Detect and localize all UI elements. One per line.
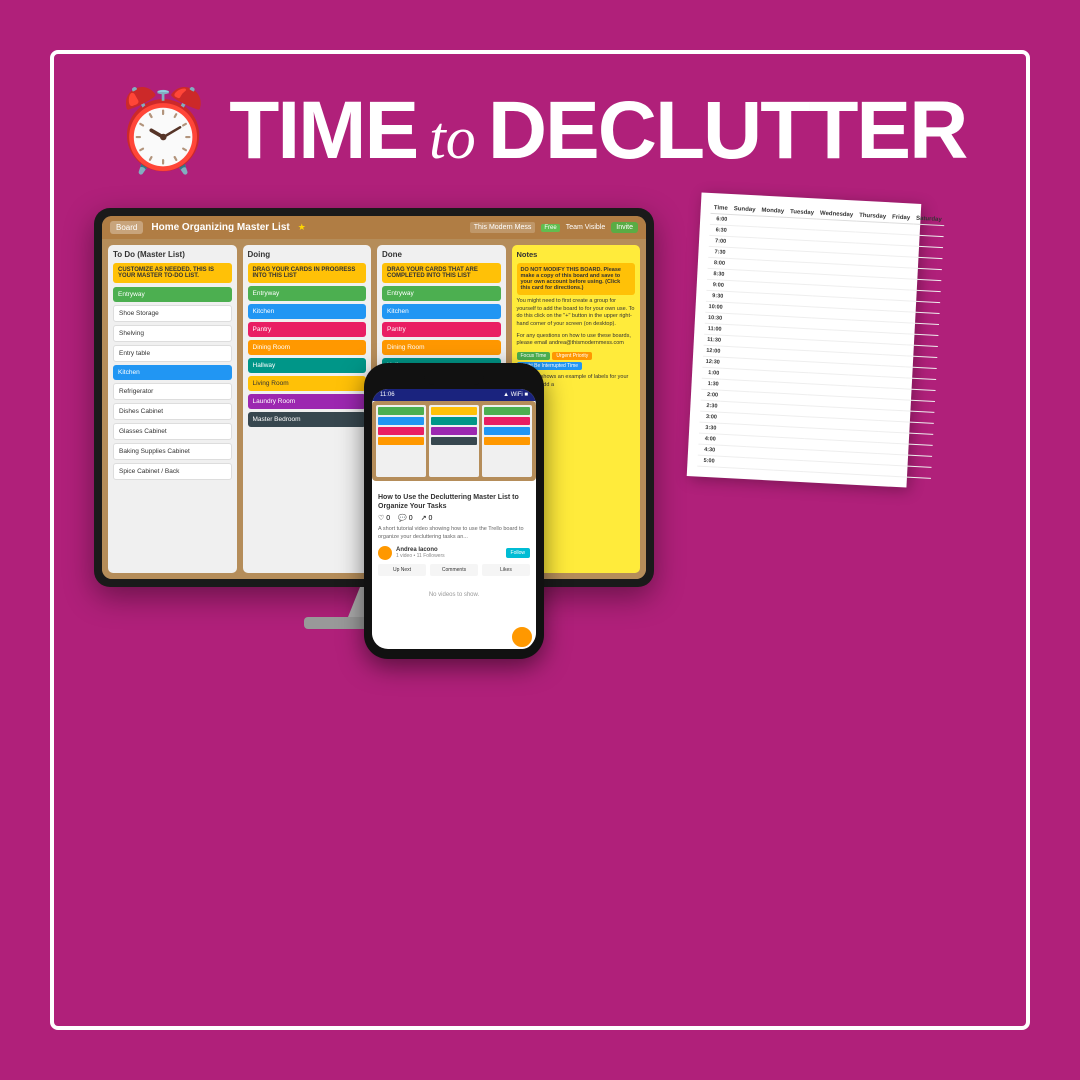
phone: 11:06 ▲ WiFi ■ [364,363,544,659]
visibility-label: Team Visible [566,224,606,231]
todo-entryway[interactable]: Entryway [113,287,232,302]
done-pantry[interactable]: Pantry [382,322,501,337]
trello-header: Board Home Organizing Master List ★ This… [102,216,646,239]
phone-wrapper: 11:06 ▲ WiFi ■ [364,363,544,659]
done-header: Done [382,250,501,259]
like-icon[interactable]: ♡ 0 [378,514,390,522]
notes-body1: You might need to first create a group f… [517,298,636,329]
phone-follow-button[interactable]: Follow [506,548,530,558]
todo-kitchen[interactable]: Kitchen [113,365,232,380]
board-label[interactable]: Board [110,221,143,234]
title-to: to [429,104,476,173]
todo-spice[interactable]: Spice Cabinet / Back [113,463,232,480]
header-right: This Modern Mess Free Team Visible Invit… [470,222,638,233]
phone-mini-col-2 [429,405,479,477]
free-badge: Free [541,224,559,232]
schedule-cell[interactable] [900,466,932,479]
todo-glasses[interactable]: Glasses Cabinet [113,423,232,440]
phone-mini-col-3 [482,405,532,477]
board-title: Home Organizing Master List [151,222,289,233]
todo-refrigerator[interactable]: Refrigerator [113,383,232,400]
phone-status-bar: 11:06 ▲ WiFi ■ [372,389,536,401]
title-declutter: DECLUTTER [488,84,967,178]
phone-no-content: No videos to show. [378,582,530,608]
tag-focus: Focus Time [517,352,551,360]
col-todo: To Do (Master List) CUSTOMIZE AS NEEDED.… [108,245,237,573]
phone-desc: A short tutorial video showing how to us… [378,526,530,541]
phone-time: 11:06 [380,392,395,398]
clock-icon: ⏰ [114,91,214,171]
phone-author-followers: 1 video • 11 Followers [396,553,445,559]
outer-border: ⏰ TIME to DECLUTTER Board Home Organizin… [50,50,1030,1030]
doing-laundry[interactable]: Laundry Room [248,394,367,409]
phone-screen: 11:06 ▲ WiFi ■ [372,389,536,649]
share-icon[interactable]: ↗ 0 [421,514,433,522]
doing-header: Doing [248,250,367,259]
todo-baking[interactable]: Baking Supplies Cabinet [113,443,232,460]
star-icon[interactable]: ★ [298,222,306,233]
phone-author-avatar [378,546,392,560]
todo-entry-table[interactable]: Entry table [113,345,232,362]
title-text: TIME to DECLUTTER [229,84,966,178]
tag-urgent: Urgent Priority [552,352,592,360]
phone-author-row: Andrea Iacono 1 video • 11 Followers Fol… [378,546,530,560]
schedule-cell[interactable] [774,459,804,472]
notes-body2: For any questions on how to use these bo… [517,333,636,348]
todo-shelving[interactable]: Shelving [113,325,232,342]
todo-header: To Do (Master List) [113,250,232,259]
phone-author-info: Andrea Iacono 1 video • 11 Followers [396,547,445,559]
doing-entryway[interactable]: Entryway [248,286,367,301]
phone-notch [424,373,484,385]
col-doing: Doing DRAG YOUR CARDS IN PROGRESS INTO T… [243,245,372,573]
invite-button[interactable]: Invite [611,222,638,233]
phone-author-name: Andrea Iacono [396,547,445,553]
done-kitchen[interactable]: Kitchen [382,304,501,319]
comment-icon[interactable]: 💬 0 [398,514,413,522]
header: ⏰ TIME to DECLUTTER [114,84,967,178]
doing-kitchen[interactable]: Kitchen [248,304,367,319]
doing-living[interactable]: Living Room [248,376,367,391]
notes-header: Notes [517,250,636,259]
phone-mini-col-1 [376,405,426,477]
phone-reactions: ♡ 0 💬 0 ↗ 0 [378,514,530,522]
schedule-cell[interactable] [843,463,877,476]
notes-warning[interactable]: DO NOT MODIFY THIS BOARD. Please make a … [517,263,636,295]
phone-likes-tab[interactable]: Likes [482,564,530,576]
phone-video-title: How to Use the Decluttering Master List … [378,493,530,511]
doing-instruction[interactable]: DRAG YOUR CARDS IN PROGRESS INTO THIS LI… [248,263,367,283]
done-entryway[interactable]: Entryway [382,286,501,301]
todo-dishes[interactable]: Dishes Cabinet [113,403,232,420]
done-dining[interactable]: Dining Room [382,340,501,355]
schedule-cell[interactable] [876,464,901,476]
monitor-wrapper: Board Home Organizing Master List ★ This… [94,208,674,629]
phone-trello-mini [372,401,536,481]
phone-status-icons: ▲ WiFi ■ [503,392,528,398]
doing-pantry[interactable]: Pantry [248,322,367,337]
todo-shoe-storage[interactable]: Shoe Storage [113,305,232,322]
schedule-cell[interactable] [717,456,745,468]
done-instruction[interactable]: DRAG YOUR CARDS THAT ARE COMPLETED INTO … [382,263,501,283]
phone-comments-tab[interactable]: Comments [430,564,478,576]
schedule-cell[interactable] [803,461,843,474]
workspace-label: This Modern Mess [470,222,536,233]
title-time: TIME [229,84,417,178]
content-area: Board Home Organizing Master List ★ This… [94,208,986,629]
schedule-table: Time Sunday Monday Tuesday Wednesday Thu… [697,203,945,479]
doing-master[interactable]: Master Bedroom [248,412,367,427]
schedule-cell[interactable] [745,458,774,470]
phone-content: How to Use the Decluttering Master List … [372,487,536,614]
schedule-paper: Time Sunday Monday Tuesday Wednesday Thu… [687,192,922,487]
doing-hallway[interactable]: Hallway [248,358,367,373]
phone-upnext-tab[interactable]: Up Next [378,564,426,576]
phone-nav-row: Up Next Comments Likes [378,564,530,576]
doing-dining[interactable]: Dining Room [248,340,367,355]
todo-highlight[interactable]: CUSTOMIZE AS NEEDED. THIS IS YOUR MASTER… [113,263,232,283]
schedule-time-cell: 5:00 [697,455,718,467]
